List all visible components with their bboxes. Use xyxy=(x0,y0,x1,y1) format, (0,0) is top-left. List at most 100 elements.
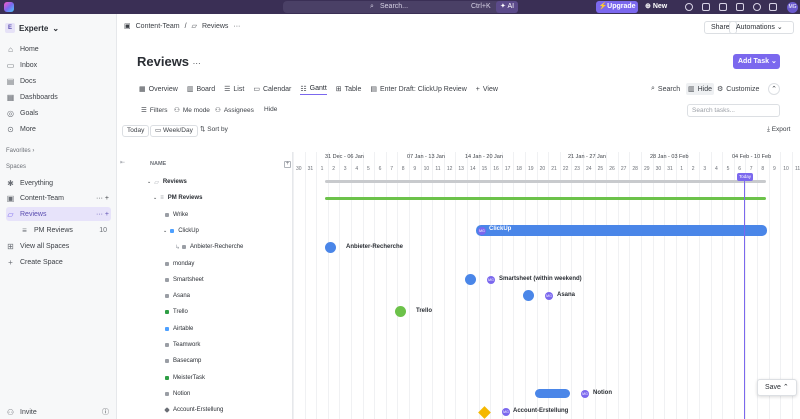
gantt-row-account-erstellung[interactable]: Account-Erstellung xyxy=(117,402,293,418)
check-circle-icon[interactable] xyxy=(685,3,693,11)
tab-calendar[interactable]: ▭ Calendar xyxy=(253,83,291,95)
tab-board[interactable]: ▥ Board xyxy=(187,83,215,95)
sidebar-item-docs[interactable]: ▤ Docs xyxy=(6,74,111,88)
sidebar-item-content-team[interactable]: ▣ Content-Team ··· + xyxy=(6,191,111,205)
favorites-section[interactable]: Favorites › xyxy=(6,148,34,154)
video-icon[interactable] xyxy=(719,3,727,11)
day-label: 3 xyxy=(703,166,707,172)
notion-label: Notion xyxy=(593,390,612,396)
gantt-row-pm-reviews[interactable]: ⌄ ≡ PM Reviews xyxy=(117,190,293,206)
sidebar-item-pm-reviews[interactable]: ≡ PM Reviews 10 xyxy=(6,223,111,237)
notion-task-bar[interactable] xyxy=(535,389,570,398)
gantt-row-reviews[interactable]: ⌄ ▱ Reviews xyxy=(117,174,293,190)
filters-button[interactable]: ☰ Filters xyxy=(141,106,168,115)
asana-milestone[interactable] xyxy=(523,290,534,301)
sidebar-item-home[interactable]: ⌂ Home xyxy=(6,42,111,56)
smartsheet-milestone[interactable] xyxy=(465,274,476,285)
gantt-row-smartsheet[interactable]: Smartsheet xyxy=(117,272,293,288)
automations-button[interactable]: Automations ⌄ xyxy=(729,21,794,34)
day-gridline xyxy=(397,152,399,419)
sidebar-item-inbox[interactable]: ▭ Inbox xyxy=(6,58,111,72)
today-button[interactable]: Today xyxy=(122,125,150,137)
crumb-content-team[interactable]: Content-Team xyxy=(136,23,180,30)
export-button[interactable]: ⤓ Export xyxy=(763,125,794,137)
reviews-summary-bar[interactable] xyxy=(325,180,766,183)
add-view-button[interactable]: + View xyxy=(476,83,498,95)
clickup-logo-icon[interactable] xyxy=(4,2,14,12)
notepad-icon[interactable] xyxy=(702,3,710,11)
help-icon[interactable]: ⓘ xyxy=(102,407,109,417)
sidebar: E Experte ⌄ ⌂ Home ▭ Inbox ▤ Docs ▦ Dashboar… xyxy=(0,14,117,419)
collapse-toolbar-button[interactable]: ⌃ xyxy=(768,83,780,95)
add-task-button[interactable]: Add Task ⌄ xyxy=(733,54,780,69)
invite-button[interactable]: ⚇ Invite ⓘ xyxy=(6,405,111,419)
tab-gantt[interactable]: ☷ Gantt xyxy=(300,83,327,95)
view-hide-button[interactable]: ▥ Hide xyxy=(686,83,715,95)
me-mode-button[interactable]: ⚇ Me mode xyxy=(174,106,210,115)
sort-by-button[interactable]: ⇅ Sort by xyxy=(196,125,232,137)
gantt-row-meistertask[interactable]: MeisterTask xyxy=(117,370,293,386)
sidebar-item-everything[interactable]: ✱ Everything xyxy=(6,176,111,190)
more-dots-icon[interactable]: ··· + xyxy=(96,211,109,218)
hide-fields-button[interactable]: Hide xyxy=(264,106,277,113)
view-search-button[interactable]: ⌕ Search xyxy=(651,83,680,95)
add-column-icon[interactable]: + xyxy=(284,161,291,168)
page-title: Reviews ··· xyxy=(137,54,201,69)
ai-button[interactable]: ✦ AI xyxy=(496,1,519,13)
gantt-row-anbieter-recherche[interactable]: ↳ Anbieter-Recherche xyxy=(117,239,293,255)
chevron-down-icon[interactable]: ⌄ xyxy=(147,179,151,185)
clip-icon[interactable] xyxy=(736,3,744,11)
day-label: 2 xyxy=(691,166,695,172)
week-day-toggle[interactable]: ▭ Week/Day xyxy=(150,125,198,137)
task-name: monday xyxy=(173,260,195,267)
day-gridline xyxy=(478,152,480,419)
anbieter-recherche-milestone[interactable] xyxy=(325,242,336,253)
upgrade-button[interactable]: ⚡Upgrade xyxy=(596,1,638,13)
day-gridline xyxy=(733,152,735,419)
crumb-reviews[interactable]: Reviews xyxy=(202,23,228,30)
sidebar-item-goals[interactable]: ◎ Goals xyxy=(6,106,111,120)
sidebar-item-view-all-spaces[interactable]: ⊞ View all Spaces xyxy=(6,239,111,253)
global-search[interactable]: ⌕ Search... Ctrl+K xyxy=(283,1,517,13)
save-button[interactable]: Save ⌃ xyxy=(757,379,797,396)
assignees-button[interactable]: ⚇ Assignees xyxy=(215,106,254,115)
chevron-down-icon[interactable]: ⌄ xyxy=(153,195,157,201)
pm-reviews-summary-bar[interactable] xyxy=(325,197,766,200)
sidebar-item-more[interactable]: ⊙ More xyxy=(6,122,111,136)
sidebar-item-dashboards[interactable]: ▦ Dashboards xyxy=(6,90,111,104)
sidebar-item-reviews[interactable]: ▱ Reviews ··· + xyxy=(6,207,111,221)
sidebar-item-create-space[interactable]: + Create Space xyxy=(6,255,111,269)
plus-icon: + xyxy=(8,257,13,267)
customize-button[interactable]: ⚙ Customize xyxy=(717,83,759,95)
gantt-row-wrike[interactable]: Wrike xyxy=(117,207,293,223)
collapse-all-icon[interactable]: ⇤ xyxy=(120,159,125,166)
day-label: 10 xyxy=(423,166,430,172)
clickup-task-bar[interactable]: MG ClickUp xyxy=(476,225,767,236)
gantt-row-monday[interactable]: monday xyxy=(117,256,293,272)
tab-draft-review[interactable]: ▤ Enter Draft: ClickUp Review xyxy=(370,83,466,95)
tab-table[interactable]: ⊞ Table xyxy=(336,83,362,95)
account-erstellung-milestone[interactable] xyxy=(478,406,491,419)
user-avatar[interactable]: MG xyxy=(787,2,798,13)
more-dots-icon[interactable]: ··· + xyxy=(96,195,109,202)
gantt-row-airtable[interactable]: Airtable xyxy=(117,321,293,337)
timer-icon[interactable] xyxy=(753,3,761,11)
gantt-row-teamwork[interactable]: Teamwork xyxy=(117,337,293,353)
new-button[interactable]: ⊕ New xyxy=(645,1,667,13)
more-dots-icon[interactable]: ··· xyxy=(233,23,240,30)
gantt-row-notion[interactable]: Notion xyxy=(117,386,293,402)
lightning-icon: ⚡ xyxy=(598,3,608,10)
trello-milestone[interactable] xyxy=(395,306,406,317)
apps-grid-icon[interactable] xyxy=(769,3,777,11)
search-tasks-input[interactable]: Search tasks... xyxy=(687,104,780,117)
gantt-row-basecamp[interactable]: Basecamp xyxy=(117,353,293,369)
chevron-down-icon[interactable]: ⌄ xyxy=(163,228,167,234)
day-label: 27 xyxy=(620,166,627,172)
gantt-row-trello[interactable]: Trello xyxy=(117,304,293,320)
tab-overview[interactable]: ▦ Overview xyxy=(139,83,178,95)
gantt-row-clickup[interactable]: ⌄ ClickUp xyxy=(117,223,293,239)
more-dots-icon[interactable]: ··· xyxy=(193,59,201,68)
tab-list[interactable]: ☰ List xyxy=(224,83,244,95)
workspace-switcher[interactable]: E Experte ⌄ xyxy=(5,23,59,33)
gantt-row-asana[interactable]: Asana xyxy=(117,288,293,304)
